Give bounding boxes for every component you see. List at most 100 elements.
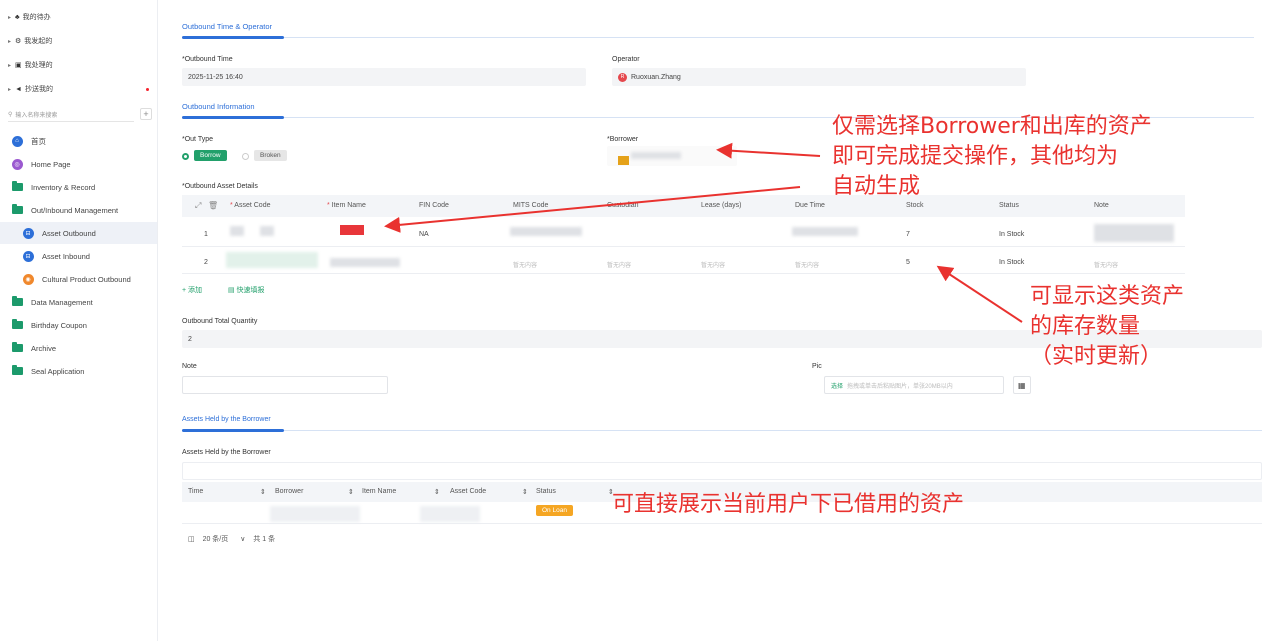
sidebar-item-label: 我的待办 bbox=[22, 14, 51, 21]
outbound-icon: ⊟ bbox=[22, 227, 34, 239]
nav-item-birthday-coupon[interactable]: Birthday Coupon bbox=[0, 314, 157, 336]
out-type-label: *Out Type bbox=[182, 136, 214, 143]
nav-item-home-cn[interactable]: ⌂ 首页 bbox=[0, 130, 157, 152]
nav-item-asset-outbound[interactable]: ⊟ Asset Outbound bbox=[0, 222, 157, 244]
item-name-highlight[interactable] bbox=[340, 225, 364, 235]
borrower-select[interactable] bbox=[607, 146, 737, 166]
pic-label: Pic bbox=[812, 363, 822, 370]
nav-item-home-page[interactable]: ◎ Home Page bbox=[0, 153, 157, 175]
nav-item-label: Birthday Coupon bbox=[31, 320, 87, 330]
col-time: Time bbox=[188, 488, 204, 495]
nav-item-label: Cultural Product Outbound bbox=[42, 274, 131, 284]
due-placeholder: 暂无内容 bbox=[795, 263, 820, 269]
item-name-blurred[interactable] bbox=[330, 258, 400, 267]
col-borrower: Borrower bbox=[275, 488, 304, 495]
outbound-time-label: *Outbound Time bbox=[182, 56, 233, 63]
mits-code-blurred bbox=[510, 227, 582, 236]
sidebar-item-handled[interactable]: ▸ ▣ 我处理的 bbox=[8, 58, 53, 72]
quick-fill-button[interactable]: ▤ 快速填报 bbox=[228, 285, 265, 295]
add-button[interactable]: + bbox=[140, 108, 152, 120]
nav-item-label: Home Page bbox=[31, 159, 71, 169]
note-placeholder: 暂无内容 bbox=[1094, 263, 1119, 269]
borrow-radio[interactable] bbox=[182, 153, 189, 160]
col-status: Status bbox=[999, 202, 1019, 209]
nav-item-label: Out/Inbound Management bbox=[31, 205, 119, 215]
broken-radio[interactable] bbox=[242, 153, 249, 160]
outbound-time-field[interactable]: 2025-11-25 16:40 bbox=[182, 68, 586, 86]
avatar: R bbox=[618, 72, 627, 82]
col-fin-code: FIN Code bbox=[419, 202, 449, 209]
note-label: Note bbox=[182, 363, 197, 370]
section-underline bbox=[182, 429, 284, 432]
borrow-option[interactable]: Borrow bbox=[194, 150, 227, 161]
sidebar-item-cc[interactable]: ▸ ◄ 抄送我的 bbox=[8, 82, 53, 96]
asset-code-blurred[interactable] bbox=[226, 252, 318, 268]
chevron-right-icon: ▸ bbox=[8, 38, 12, 45]
note-input[interactable] bbox=[182, 376, 388, 394]
sort-icon[interactable]: ⇕ bbox=[434, 488, 440, 496]
page-size-select[interactable]: 20 条/页 bbox=[203, 536, 229, 543]
expand-icon[interactable]: ⤢ bbox=[195, 201, 201, 211]
search-placeholder: 输入名称来搜索 bbox=[15, 113, 58, 119]
status-badge: On Loan bbox=[536, 505, 573, 516]
sort-icon[interactable]: ⇕ bbox=[522, 488, 528, 496]
search-icon: ⚲ bbox=[8, 112, 13, 118]
asset-code-blurred[interactable] bbox=[230, 226, 244, 236]
col-lease-days: Lease (days) bbox=[701, 202, 742, 209]
row-divider bbox=[182, 273, 1185, 274]
nav-item-cultural-outbound[interactable]: ◉ Cultural Product Outbound bbox=[0, 268, 157, 290]
sort-icon[interactable]: ⇕ bbox=[348, 488, 354, 496]
nav-item-asset-inbound[interactable]: ⊟ Asset Inbound bbox=[0, 245, 157, 267]
stock-value: 5 bbox=[906, 259, 910, 266]
section-underline bbox=[182, 36, 284, 39]
pic-select-button[interactable]: 选择 bbox=[831, 381, 843, 390]
sort-icon[interactable]: ⇕ bbox=[260, 488, 266, 496]
pagination: ◫ 20 条/页 ∨ 共 1 条 bbox=[188, 534, 275, 544]
nav-item-label: Asset Inbound bbox=[42, 251, 90, 261]
sidebar-item-initiated[interactable]: ▸ ⚙ 我发起的 bbox=[8, 34, 52, 48]
held-assets-filter bbox=[182, 462, 1262, 480]
sidebar-item-todo[interactable]: ▸ ♣ 我的待办 bbox=[8, 10, 51, 24]
section-title-time-operator: Outbound Time & Operator bbox=[182, 22, 273, 31]
pic-upload-hint: 拖拽或单击后粘贴图片，单张20MB以内 bbox=[847, 383, 953, 390]
sidebar-item-label: 我处理的 bbox=[24, 62, 53, 69]
operator-field: R Ruoxuan.Zhang bbox=[612, 68, 1026, 86]
col-item-name: Item Name bbox=[362, 488, 397, 495]
held-assets-label: Assets Held by the Borrower bbox=[182, 449, 271, 456]
operator-label: Operator bbox=[612, 56, 640, 63]
nav-item-seal-application[interactable]: Seal Application bbox=[0, 360, 157, 382]
row-divider bbox=[182, 523, 1262, 524]
nav-item-out-inbound[interactable]: Out/Inbound Management bbox=[0, 199, 157, 221]
section-title-outbound-info: Outbound Information bbox=[182, 102, 255, 111]
chevron-right-icon: ▸ bbox=[8, 14, 12, 21]
section-title-held-assets: Assets Held by the Borrower bbox=[182, 416, 271, 423]
col-status: Status bbox=[536, 488, 556, 495]
chevron-down-icon[interactable]: ∨ bbox=[240, 536, 245, 543]
col-asset-code: * Asset Code bbox=[230, 202, 271, 209]
sidebar-search-input[interactable]: ⚲ 输入名称来搜索 bbox=[8, 108, 134, 122]
folder-icon bbox=[11, 319, 23, 331]
col-mits-code: MITS Code bbox=[513, 202, 549, 209]
add-row-button[interactable]: + 添加 bbox=[182, 285, 202, 295]
outbound-asset-details-label: *Outbound Asset Details bbox=[182, 183, 258, 190]
folder-icon bbox=[11, 296, 23, 308]
pic-upload[interactable]: 选择 拖拽或单击后粘贴图片，单张20MB以内 bbox=[824, 376, 1004, 394]
gear-icon: ⚙ bbox=[15, 38, 22, 45]
borrower-avatar bbox=[618, 155, 629, 165]
home-page-icon: ◎ bbox=[11, 158, 23, 170]
nav-item-label: Archive bbox=[31, 343, 57, 353]
delete-icon[interactable]: 🗑 bbox=[208, 201, 218, 210]
row-number: 2 bbox=[204, 259, 208, 266]
image-icon[interactable]: ▦ bbox=[1013, 376, 1031, 394]
borrower-blurred bbox=[270, 506, 360, 522]
col-custodian: Custodian bbox=[607, 202, 639, 209]
cultural-icon: ◉ bbox=[22, 273, 34, 285]
note-image-blurred bbox=[1094, 224, 1174, 242]
broken-option[interactable]: Broken bbox=[254, 150, 287, 161]
nav-item-inventory[interactable]: Inventory & Record bbox=[0, 176, 157, 198]
nav-item-data-management[interactable]: Data Management bbox=[0, 291, 157, 313]
borrower-name-blurred bbox=[631, 152, 681, 159]
nav-item-label: Inventory & Record bbox=[31, 182, 96, 192]
nav-item-archive[interactable]: Archive bbox=[0, 337, 157, 359]
briefcase-icon: ▣ bbox=[15, 62, 22, 69]
